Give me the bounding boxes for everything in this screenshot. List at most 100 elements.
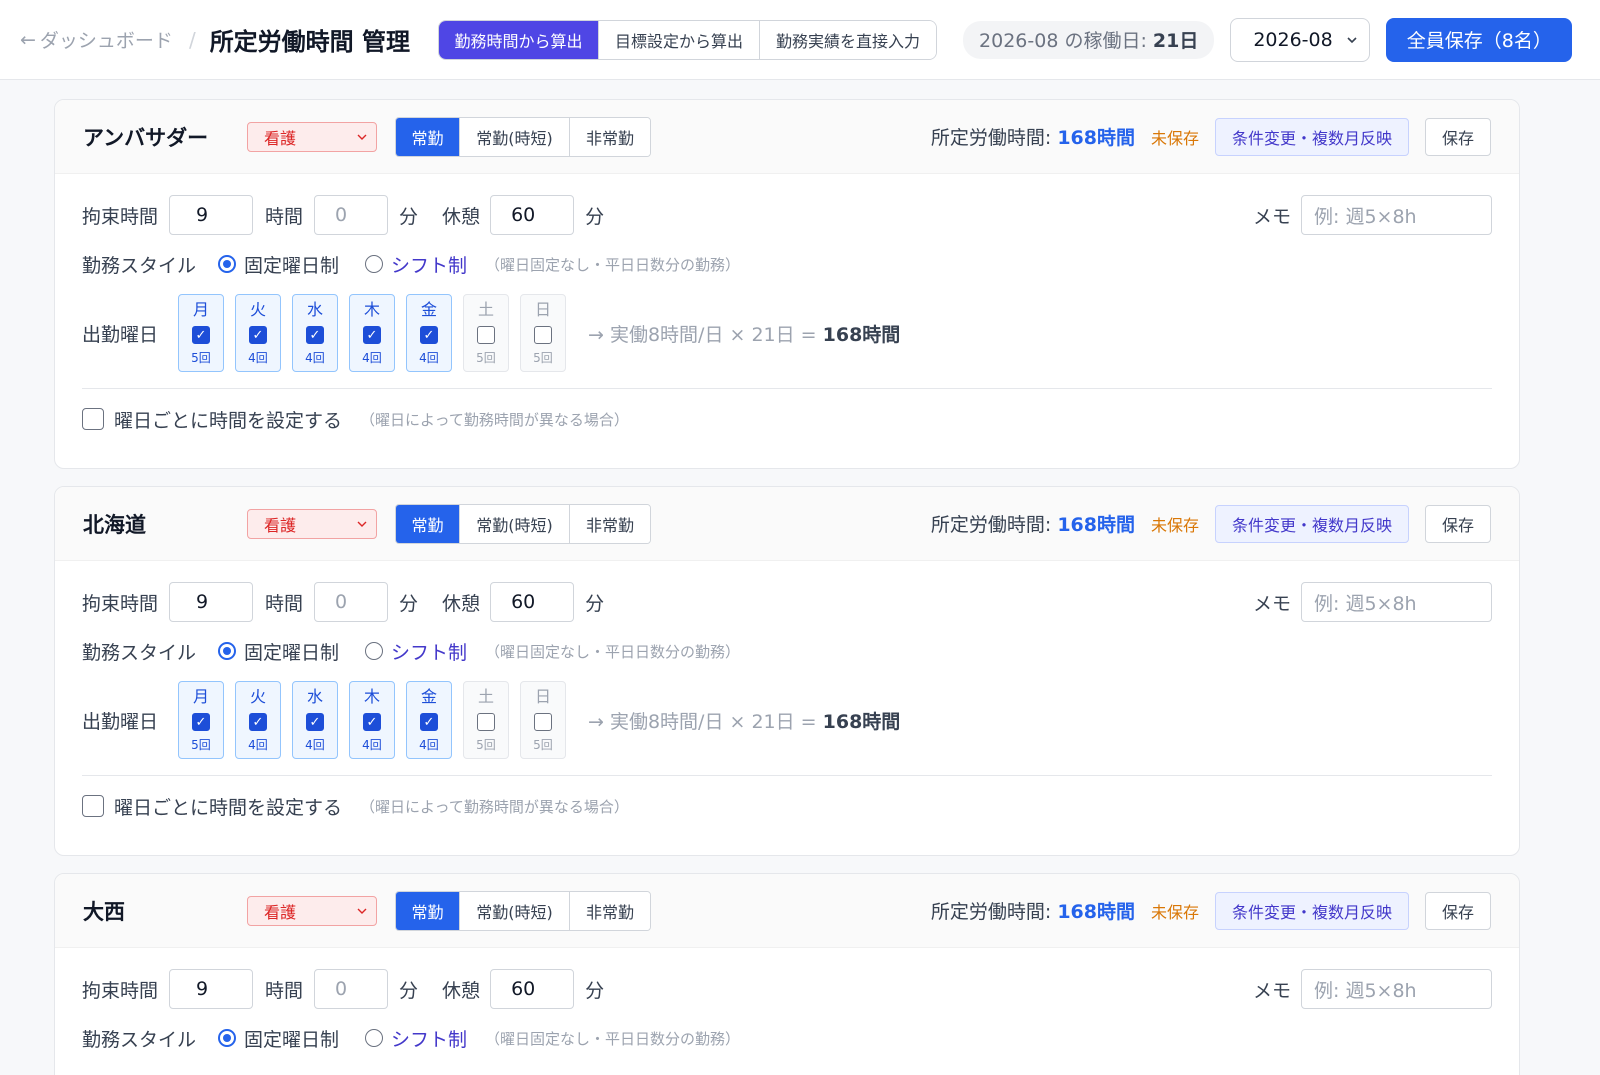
weekday-sat[interactable]: 土 5回 xyxy=(463,681,509,759)
fixed-days-radio[interactable] xyxy=(218,642,236,660)
weekday-checkbox[interactable]: ✓ xyxy=(249,326,267,344)
back-link[interactable]: ← ダッシュボード xyxy=(20,26,173,53)
type-parttime[interactable]: 非常勤 xyxy=(570,891,650,930)
type-fulltime-short[interactable]: 常勤(時短) xyxy=(460,891,570,930)
weekday-wed[interactable]: 水 ✓ 4回 xyxy=(292,681,338,759)
shift-note: （曜日固定なし・平日日数分の勤務） xyxy=(485,642,741,661)
per-day-time-label: 曜日ごとに時間を設定する xyxy=(114,796,343,819)
weekday-sun[interactable]: 日 5回 xyxy=(520,294,566,372)
weekday-count: 4回 xyxy=(305,738,325,752)
role-select[interactable]: 看護 xyxy=(247,895,377,926)
hours-unit: 時間 xyxy=(265,592,304,615)
weekday-thu[interactable]: 木 ✓ 4回 xyxy=(349,681,395,759)
role-select[interactable]: 看護 xyxy=(247,508,377,539)
break-label: 休憩 xyxy=(442,592,481,615)
weekday-checkbox[interactable]: ✓ xyxy=(306,326,324,344)
save-button[interactable]: 保存 xyxy=(1425,504,1491,543)
role-select[interactable]: 看護 xyxy=(247,121,377,152)
break-minutes-input[interactable]: 60 xyxy=(490,582,575,622)
weekday-checkbox[interactable] xyxy=(477,326,495,344)
save-button[interactable]: 保存 xyxy=(1425,891,1491,930)
weekday-mon[interactable]: 月 ✓ 5回 xyxy=(178,294,224,372)
shift-radio[interactable] xyxy=(365,255,384,273)
binding-hours-input[interactable]: 9 xyxy=(169,969,254,1009)
binding-hours-input[interactable]: 9 xyxy=(169,582,254,622)
type-fulltime-short[interactable]: 常勤(時短) xyxy=(460,117,570,156)
type-fulltime[interactable]: 常勤 xyxy=(396,117,460,156)
weekday-label: 水 xyxy=(306,300,323,319)
weekday-checkbox[interactable]: ✓ xyxy=(192,326,210,344)
weekday-checkbox[interactable]: ✓ xyxy=(192,713,210,731)
weekday-checkbox[interactable]: ✓ xyxy=(420,326,438,344)
binding-time-label: 拘束時間 xyxy=(82,979,159,1002)
weekday-mon[interactable]: 月 ✓ 5回 xyxy=(178,681,224,759)
weekday-checkbox[interactable]: ✓ xyxy=(420,713,438,731)
fixed-days-radio[interactable] xyxy=(218,1029,236,1047)
weekday-checkbox[interactable]: ✓ xyxy=(363,713,381,731)
weekday-checkbox[interactable] xyxy=(534,326,552,344)
arrow-left-icon: ← xyxy=(20,28,36,51)
weekday-count: 5回 xyxy=(533,738,553,752)
month-select[interactable]: 2026-08 xyxy=(1230,17,1371,62)
multi-month-button[interactable]: 条件変更・複数月反映 xyxy=(1215,504,1409,543)
weekday-label: 土 xyxy=(477,300,494,319)
tab-calc-from-target[interactable]: 目標設定から算出 xyxy=(599,20,761,59)
weekday-sun[interactable]: 日 5回 xyxy=(520,681,566,759)
month-value: 2026-08 xyxy=(1253,28,1333,51)
binding-minutes-input[interactable]: 0 xyxy=(314,195,389,235)
break-minutes-input[interactable]: 60 xyxy=(490,195,575,235)
break-label: 休憩 xyxy=(442,979,481,1002)
tab-direct-input[interactable]: 勤務実績を直接入力 xyxy=(760,20,937,59)
multi-month-button[interactable]: 条件変更・複数月反映 xyxy=(1215,117,1409,156)
weekday-wed[interactable]: 水 ✓ 4回 xyxy=(292,294,338,372)
multi-month-button[interactable]: 条件変更・複数月反映 xyxy=(1215,891,1409,930)
weekday-label: 火 xyxy=(249,687,266,706)
fixed-days-radio[interactable] xyxy=(218,255,236,273)
role-value: 看護 xyxy=(264,515,297,535)
weekday-tue[interactable]: 火 ✓ 4回 xyxy=(235,294,281,372)
memo-input[interactable]: 例: 週5×8h xyxy=(1301,195,1492,235)
shift-radio[interactable] xyxy=(365,1029,384,1047)
memo-label: メモ xyxy=(1252,592,1291,615)
memo-input[interactable]: 例: 週5×8h xyxy=(1301,969,1492,1009)
per-day-time-checkbox[interactable] xyxy=(82,795,104,817)
weekday-fri[interactable]: 金 ✓ 4回 xyxy=(406,294,452,372)
shift-radio[interactable] xyxy=(365,642,384,660)
weekday-sat[interactable]: 土 5回 xyxy=(463,294,509,372)
save-button[interactable]: 保存 xyxy=(1425,117,1491,156)
total-hours-value: 168時間 xyxy=(1057,127,1135,149)
shift-label: シフト制 xyxy=(391,641,468,664)
work-style-label: 勤務スタイル xyxy=(82,1028,197,1051)
binding-minutes-input[interactable]: 0 xyxy=(314,969,389,1009)
break-minutes-input[interactable]: 60 xyxy=(490,969,575,1009)
weekday-checkbox[interactable]: ✓ xyxy=(306,713,324,731)
per-day-time-checkbox[interactable] xyxy=(82,408,104,430)
type-fulltime-short[interactable]: 常勤(時短) xyxy=(460,504,570,543)
staff-card-header: 北海道 看護 常勤 常勤(時短) 非常勤 所定労働時間: 168時間 未保存 条件… xyxy=(55,487,1519,561)
staff-card: 大西 看護 常勤 常勤(時短) 非常勤 所定労働時間: 168時間 未保存 条件変… xyxy=(54,873,1520,1075)
weekday-checkbox[interactable] xyxy=(534,713,552,731)
weekday-checkbox[interactable]: ✓ xyxy=(363,326,381,344)
weekday-fri[interactable]: 金 ✓ 4回 xyxy=(406,681,452,759)
type-parttime[interactable]: 非常勤 xyxy=(570,504,650,543)
weekday-checkbox[interactable] xyxy=(477,713,495,731)
weekday-tue[interactable]: 火 ✓ 4回 xyxy=(235,681,281,759)
staff-card: 北海道 看護 常勤 常勤(時短) 非常勤 所定労働時間: 168時間 未保存 条件… xyxy=(54,486,1520,856)
minutes-unit: 分 xyxy=(399,592,419,615)
type-fulltime[interactable]: 常勤 xyxy=(396,891,460,930)
save-all-button[interactable]: 全員保存（8名） xyxy=(1386,17,1573,62)
binding-minutes-input[interactable]: 0 xyxy=(314,582,389,622)
weekday-thu[interactable]: 木 ✓ 4回 xyxy=(349,294,395,372)
staff-card-header: 大西 看護 常勤 常勤(時短) 非常勤 所定労働時間: 168時間 未保存 条件変… xyxy=(55,874,1519,948)
weekday-checkbox[interactable]: ✓ xyxy=(249,713,267,731)
weekday-count: 4回 xyxy=(419,738,439,752)
type-fulltime[interactable]: 常勤 xyxy=(396,504,460,543)
memo-input[interactable]: 例: 週5×8h xyxy=(1301,582,1492,622)
unsaved-status: 未保存 xyxy=(1150,902,1199,922)
binding-hours-input[interactable]: 9 xyxy=(169,195,254,235)
staff-card: アンバサダー 看護 常勤 常勤(時短) 非常勤 所定労働時間: 168時間 未保存… xyxy=(54,99,1520,469)
hours-unit: 時間 xyxy=(265,979,304,1002)
staff-card-header: アンバサダー 看護 常勤 常勤(時短) 非常勤 所定労働時間: 168時間 未保存… xyxy=(55,100,1519,174)
type-parttime[interactable]: 非常勤 xyxy=(570,117,650,156)
tab-calc-from-hours[interactable]: 勤務時間から算出 xyxy=(439,20,600,59)
